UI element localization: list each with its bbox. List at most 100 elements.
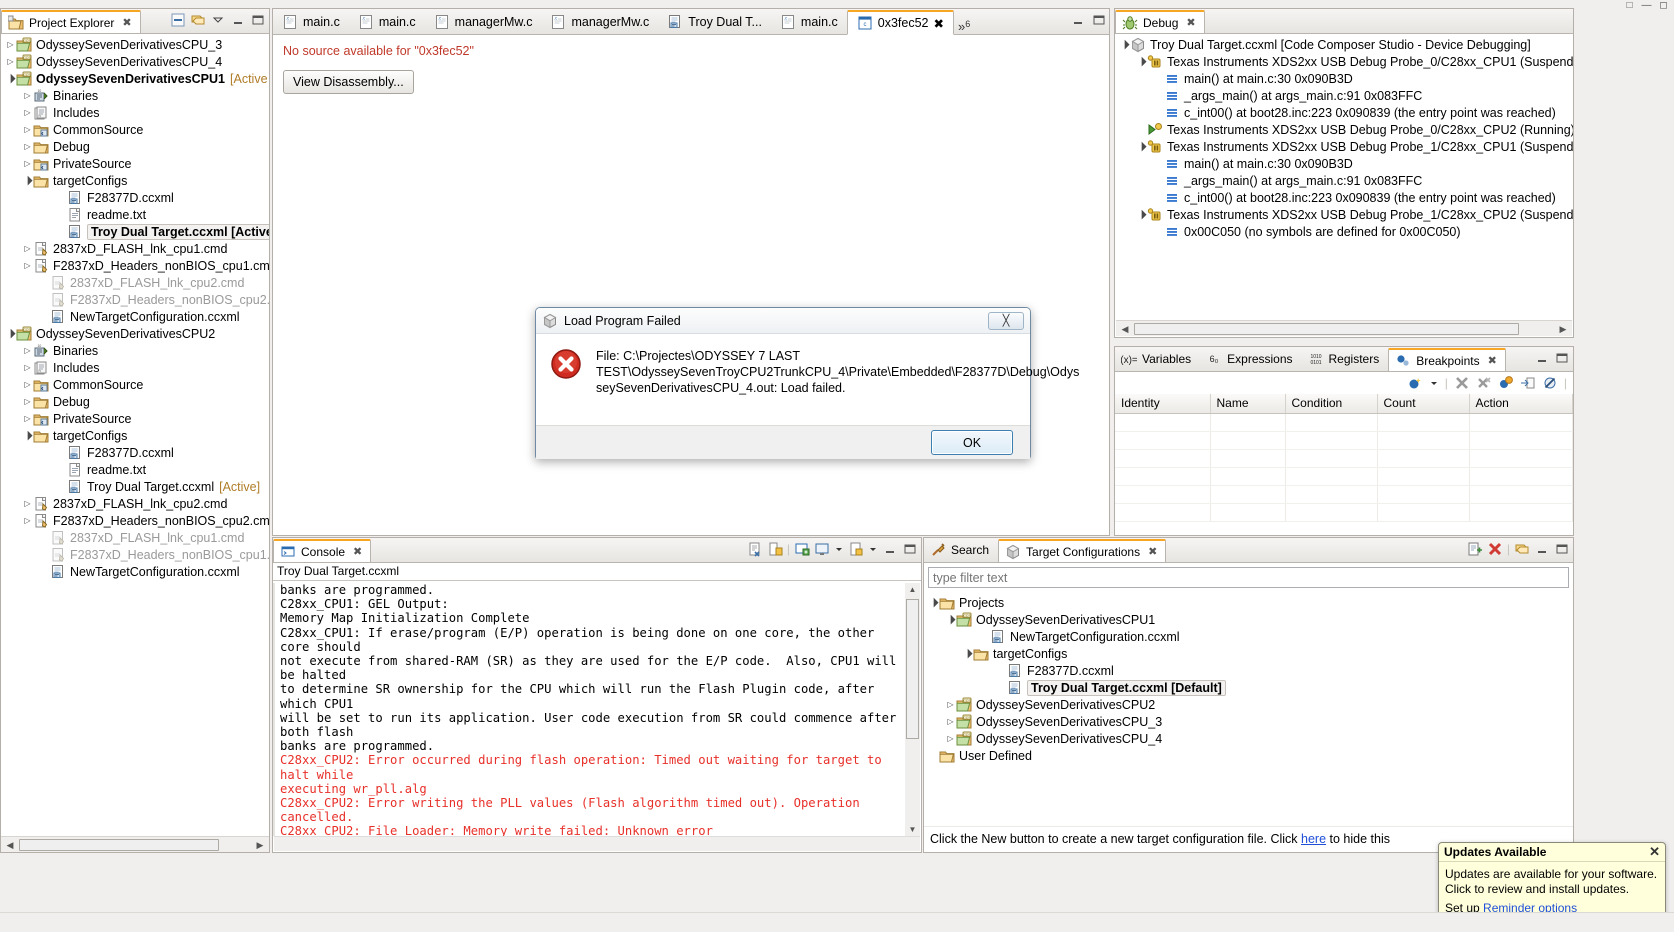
scroll-left-icon[interactable]: ◀ <box>3 838 17 852</box>
console-hscrollbar[interactable] <box>274 836 920 851</box>
breakpoints-rows[interactable] <box>1115 413 1573 522</box>
close-icon[interactable]: ✖ <box>122 16 131 29</box>
collapse-all-icon[interactable] <box>170 12 186 28</box>
console-vscrollbar[interactable]: ▲ ▼ <box>905 583 920 836</box>
dialog-close-button[interactable]: ╳ <box>988 311 1024 330</box>
editor-tab-2[interactable]: .c managerMw.c <box>425 9 542 34</box>
hscroll-thumb[interactable] <box>19 839 219 851</box>
remove-all-breakpoints-icon[interactable] <box>1476 375 1492 391</box>
collapse-arrow-icon[interactable]: ▷ <box>945 700 956 709</box>
debug-tree-item[interactable]: main() at main.c:30 0x090B3D <box>1115 155 1573 172</box>
project-tree-item[interactable]: ▷ 2837xD_FLASH_lnk_cpu2.cmd <box>1 495 269 512</box>
project-tree-item[interactable]: F28377D.ccxml <box>1 444 269 461</box>
maximize-icon[interactable]: ◻ <box>1657 0 1670 11</box>
pin-console-icon[interactable] <box>794 541 810 557</box>
debug-tree-item[interactable]: Texas Instruments XDS2xx USB Debug Probe… <box>1115 121 1573 138</box>
target-config-tree-item[interactable]: ▷ CCS OdysseySevenDerivativesCPU_4 <box>924 730 1573 747</box>
minimize-icon[interactable]: ― <box>1640 0 1653 11</box>
collapse-arrow-icon[interactable]: ▷ <box>945 734 956 743</box>
minimize-view-icon[interactable] <box>882 541 898 557</box>
collapse-arrow-icon[interactable]: ▷ <box>22 142 33 151</box>
project-tree-item[interactable]: 2837xD_FLASH_lnk_cpu2.cmd <box>1 274 269 291</box>
breakpoints-column-condition[interactable]: Condition <box>1285 394 1378 414</box>
collapse-arrow-icon[interactable]: ▷ <box>22 414 33 423</box>
project-tree-item[interactable]: ◢ targetConfigs <box>1 172 269 189</box>
chevron-down-icon[interactable] <box>868 541 878 557</box>
maximize-view-icon[interactable] <box>250 12 266 28</box>
project-tree-item[interactable]: ▷ Debug <box>1 138 269 155</box>
more-editor-tabs-button[interactable]: » 6 <box>954 19 974 34</box>
collapse-arrow-icon[interactable]: ▷ <box>22 91 33 100</box>
debug-tree-item[interactable]: c_int00() at boot28.inc:223 0x090839 (th… <box>1115 104 1573 121</box>
table-row[interactable] <box>1115 413 1573 432</box>
project-tree-item[interactable]: ▷ F2837xD_Headers_nonBIOS_cpu2.cmd <box>1 512 269 529</box>
goto-breakpoint-icon[interactable] <box>1520 375 1536 391</box>
project-tree-item[interactable]: ▷ 2837xD_FLASH_lnk_cpu1.cmd <box>1 240 269 257</box>
collapse-arrow-icon[interactable]: ▷ <box>22 159 33 168</box>
table-row[interactable] <box>1115 467 1573 486</box>
editor-tab-0[interactable]: .c main.c <box>273 9 349 34</box>
project-tree-item[interactable]: ▷ F2837xD_Headers_nonBIOS_cpu1.cmd <box>1 257 269 274</box>
table-row[interactable] <box>1115 503 1573 522</box>
tab-search[interactable]: Search <box>924 538 998 562</box>
project-tree-item[interactable]: NewTargetConfiguration.ccxml <box>1 308 269 325</box>
close-icon[interactable]: ✖ <box>1186 16 1195 29</box>
target-config-tree-item[interactable]: ◢ targetConfigs <box>924 645 1573 662</box>
table-row[interactable] <box>1115 449 1573 468</box>
collapse-arrow-icon[interactable]: ▷ <box>22 499 33 508</box>
debug-tree-item[interactable]: ◢ Texas Instruments XDS2xx USB Debug Prob… <box>1115 138 1573 155</box>
close-icon[interactable]: ✕ <box>1649 844 1660 860</box>
project-tree-item[interactable]: ◢ CCS OdysseySevenDerivativesCPU2 <box>1 325 269 342</box>
breakpoints-column-action[interactable]: Action <box>1469 394 1573 414</box>
tab-debug[interactable]: Debug ✖ <box>1115 10 1205 33</box>
target-config-tree-item[interactable]: F28377D.ccxml <box>924 662 1573 679</box>
scroll-down-icon[interactable]: ▼ <box>906 823 919 836</box>
project-tree-item[interactable]: F2837xD_Headers_nonBIOS_cpu2.cmd <box>1 291 269 308</box>
editor-tab-6[interactable]: c 0x3fec52 ✖ <box>846 10 954 35</box>
open-console-icon[interactable] <box>848 541 864 557</box>
collapse-arrow-icon[interactable]: ▷ <box>22 108 33 117</box>
project-tree-item[interactable]: ◢ targetConfigs <box>1 427 269 444</box>
debug-tree-item[interactable]: ◢ Texas Instruments XDS2xx USB Debug Prob… <box>1115 206 1573 223</box>
restore-icon[interactable]: □ <box>1623 0 1636 11</box>
debug-tree-item[interactable]: ◢ Texas Instruments XDS2xx USB Debug Prob… <box>1115 53 1573 70</box>
project-tree-item[interactable]: ◢CCSOdysseySevenDerivativesCPU1[Active -… <box>1 70 269 87</box>
tab-expressions[interactable]: 6₀ Expressions <box>1200 347 1301 371</box>
close-icon[interactable]: ✖ <box>1488 354 1497 367</box>
tab-target-configurations[interactable]: Target Configurations ✖ <box>998 539 1167 562</box>
table-row[interactable] <box>1115 485 1573 504</box>
collapse-arrow-icon[interactable]: ▷ <box>22 380 33 389</box>
view-menu-icon[interactable] <box>210 12 226 28</box>
project-tree-item[interactable]: ▷ CCS OdysseySevenDerivativesCPU_3 <box>1 36 269 53</box>
collapse-arrow-icon[interactable]: ▷ <box>945 717 956 726</box>
project-tree-item[interactable]: ▷ PrivateSource <box>1 410 269 427</box>
maximize-view-icon[interactable] <box>1554 541 1570 557</box>
link-with-editor-icon[interactable] <box>190 12 206 28</box>
project-tree-item[interactable]: readme.txt <box>1 461 269 478</box>
debug-hscrollbar[interactable]: ◀ ▶ <box>1116 320 1572 336</box>
target-config-tree-item[interactable]: ▷ CCS OdysseySevenDerivativesCPU2 <box>924 696 1573 713</box>
target-configurations-tree[interactable]: ◢ Projects ◢ CCS OdysseySevenDerivativesCPU1… <box>924 588 1573 764</box>
tab-breakpoints[interactable]: Breakpoints ✖ <box>1388 348 1506 371</box>
hide-hint-link[interactable]: here <box>1301 832 1326 846</box>
editor-tab-3[interactable]: .c managerMw.c <box>541 9 658 34</box>
collapse-arrow-icon[interactable]: ▷ <box>22 261 33 270</box>
collapse-arrow-icon[interactable]: ▷ <box>22 363 33 372</box>
tab-variables[interactable]: (x)= Variables <box>1115 347 1200 371</box>
close-icon[interactable]: ✖ <box>1148 545 1157 558</box>
maximize-editor-icon[interactable] <box>1091 12 1107 28</box>
ok-button[interactable]: OK <box>931 430 1013 455</box>
close-icon[interactable]: ✖ <box>353 545 362 558</box>
collapse-arrow-icon[interactable]: ▷ <box>22 346 33 355</box>
remove-breakpoint-icon[interactable] <box>1454 375 1470 391</box>
project-tree-item[interactable]: NewTargetConfiguration.ccxml <box>1 563 269 580</box>
target-config-tree-item[interactable]: ◢ Projects <box>924 594 1573 611</box>
tab-project-explorer[interactable]: Project Explorer ✖ <box>1 10 141 33</box>
lock-scroll-icon[interactable] <box>767 541 783 557</box>
debug-tree-item[interactable]: main() at main.c:30 0x090B3D <box>1115 70 1573 87</box>
breakpoints-column-name[interactable]: Name <box>1210 394 1286 414</box>
project-tree-item[interactable]: readme.txt <box>1 206 269 223</box>
add-breakpoint-icon[interactable] <box>1407 375 1423 391</box>
collapse-arrow-icon[interactable]: ▷ <box>5 57 16 66</box>
vscroll-thumb[interactable] <box>906 599 919 739</box>
